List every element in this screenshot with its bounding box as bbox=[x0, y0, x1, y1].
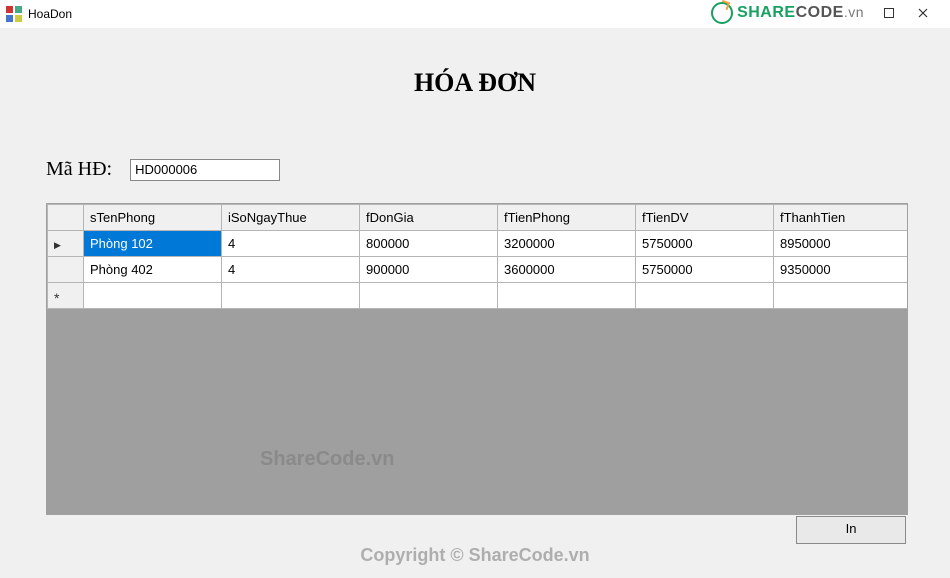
new-row[interactable] bbox=[48, 283, 909, 309]
watermark-bottom: Copyright © ShareCode.vn bbox=[0, 545, 950, 566]
header-row: sTenPhong iSoNgayThue fDonGia fTienPhong… bbox=[48, 205, 909, 231]
invoice-id-row: Mã HĐ: bbox=[46, 158, 280, 181]
app-icon bbox=[6, 6, 22, 22]
cell[interactable]: 800000 bbox=[360, 231, 498, 257]
cell[interactable] bbox=[498, 283, 636, 309]
sharecode-logo: SHARECODE.vn bbox=[711, 2, 864, 24]
table-row[interactable]: Phòng 102 4 800000 3200000 5750000 89500… bbox=[48, 231, 909, 257]
maximize-button[interactable] bbox=[872, 2, 906, 24]
cell[interactable] bbox=[774, 283, 909, 309]
row-indicator-icon bbox=[48, 231, 84, 257]
cell[interactable]: 9350000 bbox=[774, 257, 909, 283]
col-fTienDV[interactable]: fTienDV bbox=[636, 205, 774, 231]
titlebar: HoaDon SHARECODE.vn bbox=[0, 0, 950, 29]
col-fDonGia[interactable]: fDonGia bbox=[360, 205, 498, 231]
col-iSoNgayThue[interactable]: iSoNgayThue bbox=[222, 205, 360, 231]
newrow-indicator-icon bbox=[48, 283, 84, 309]
cell[interactable]: 8950000 bbox=[774, 231, 909, 257]
col-fTienPhong[interactable]: fTienPhong bbox=[498, 205, 636, 231]
cell[interactable] bbox=[222, 283, 360, 309]
cell[interactable]: 4 bbox=[222, 257, 360, 283]
cell[interactable]: 900000 bbox=[360, 257, 498, 283]
cell[interactable]: Phòng 402 bbox=[84, 257, 222, 283]
table-row[interactable]: Phòng 402 4 900000 3600000 5750000 93500… bbox=[48, 257, 909, 283]
corner-cell bbox=[48, 205, 84, 231]
cell[interactable]: Phòng 102 bbox=[84, 231, 222, 257]
col-fThanhTien[interactable]: fThanhTien bbox=[774, 205, 909, 231]
cell[interactable]: 3600000 bbox=[498, 257, 636, 283]
cell[interactable] bbox=[360, 283, 498, 309]
cell[interactable] bbox=[636, 283, 774, 309]
cell[interactable]: 4 bbox=[222, 231, 360, 257]
invoice-id-input[interactable] bbox=[130, 159, 280, 181]
col-sTenPhong[interactable]: sTenPhong bbox=[84, 205, 222, 231]
close-button[interactable] bbox=[906, 2, 940, 24]
window-title: HoaDon bbox=[28, 7, 72, 21]
invoice-id-label: Mã HĐ: bbox=[46, 158, 112, 181]
client-area: HÓA ĐƠN Mã HĐ: sTenPhon bbox=[0, 28, 950, 578]
cell[interactable]: 3200000 bbox=[498, 231, 636, 257]
row-indicator bbox=[48, 257, 84, 283]
print-button[interactable]: In bbox=[796, 516, 906, 544]
datagrid[interactable]: sTenPhong iSoNgayThue fDonGia fTienPhong… bbox=[46, 203, 908, 515]
cell[interactable] bbox=[84, 283, 222, 309]
sharecode-glyph-icon bbox=[711, 2, 733, 24]
page-title: HÓA ĐƠN bbox=[0, 28, 950, 98]
cell[interactable]: 5750000 bbox=[636, 231, 774, 257]
cell[interactable]: 5750000 bbox=[636, 257, 774, 283]
